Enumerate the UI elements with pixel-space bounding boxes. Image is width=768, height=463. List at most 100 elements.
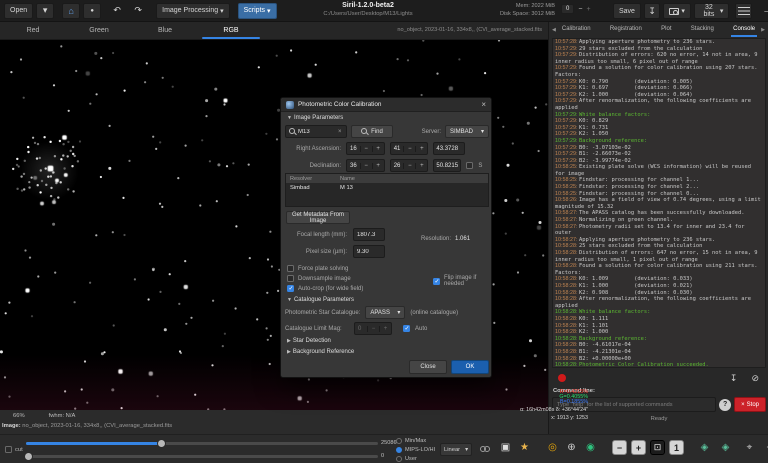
redo-button[interactable]: ↷ (129, 3, 147, 19)
find-button[interactable]: Find (351, 125, 393, 138)
minus-button[interactable]: − (403, 146, 415, 152)
auto-mag-checkbox[interactable] (403, 325, 410, 332)
low-threshold-slider[interactable] (26, 452, 378, 461)
catalogue-select[interactable]: APASS▾ (365, 306, 405, 319)
flip-row[interactable]: Flip image if needed (433, 275, 491, 287)
display-scale-select[interactable]: Linear ▾ (440, 443, 472, 456)
spin-plus-button[interactable]: + (586, 6, 590, 13)
menu-button[interactable] (735, 3, 751, 19)
tab-registration[interactable]: Registration (605, 22, 647, 38)
plus-button[interactable]: + (372, 146, 384, 152)
tab-blue[interactable]: Blue (132, 22, 198, 40)
low-slider-knob[interactable] (24, 452, 33, 461)
tab-calibration[interactable]: Calibration (557, 22, 596, 38)
image-processing-button[interactable]: Image Processing ▾ (156, 3, 230, 19)
south-checkbox[interactable] (466, 162, 473, 169)
ra-hours-spinner[interactable]: 16−+ (346, 142, 385, 155)
zoom-one-button[interactable]: 1 (669, 440, 684, 455)
export-log-button[interactable]: ↧ (723, 373, 745, 384)
minus-button[interactable]: − (360, 163, 372, 169)
dialog-close-icon[interactable]: × (481, 100, 486, 109)
mode-radio-mips-lo-hi[interactable]: MIPS-LO/HI (396, 445, 435, 454)
tabs-scroll-right[interactable]: ▶ (760, 27, 766, 33)
downsample-row[interactable]: Downsample image (287, 275, 351, 282)
save-as-button[interactable]: ↧ (644, 3, 660, 19)
force-plate-solving-row[interactable]: Force plate solving (287, 265, 348, 272)
tab-console[interactable]: Console (728, 22, 760, 38)
dec-seconds-field[interactable]: 50.8215 (433, 159, 461, 172)
downsample-checkbox[interactable] (287, 275, 294, 282)
close-dialog-button[interactable]: Close (409, 360, 447, 374)
sample-removal-icon[interactable]: ◈ (718, 440, 733, 455)
star-detection-expander[interactable]: ▶Star Detection (287, 338, 331, 344)
tab-rgb[interactable]: RGB (198, 22, 264, 40)
background-reference-expander[interactable]: ▶Background Reference (287, 349, 354, 355)
crosshair-icon[interactable]: ┼ (763, 440, 768, 455)
force-plate-solving-checkbox[interactable] (287, 265, 294, 272)
pixel-size-input[interactable] (353, 245, 385, 258)
plus-button[interactable]: + (372, 163, 384, 169)
autocrop-row[interactable]: Auto-crop (for wide field) (287, 285, 363, 292)
object-search-box[interactable]: × (285, 125, 347, 138)
celestial-grid-icon[interactable]: ⊕ (564, 440, 579, 455)
zoom-out-button[interactable]: − (612, 440, 627, 455)
flip-checkbox[interactable] (433, 278, 440, 285)
get-metadata-button[interactable]: Get Metadata From Image (286, 211, 350, 224)
bit-depth-select[interactable]: 32 bits ▾ (694, 3, 730, 19)
negative-view-icon[interactable]: ▣ (498, 440, 513, 455)
plus-button[interactable]: + (415, 146, 427, 152)
mode-radio-min-max[interactable]: Min/Max (396, 436, 435, 445)
clear-log-button[interactable]: ⊘ (744, 373, 766, 384)
background-extraction-icon[interactable]: ◈ (697, 440, 712, 455)
minus-button[interactable]: − (360, 146, 372, 152)
cut-checkbox-row[interactable]: cut (5, 446, 23, 453)
catalogue-parameters-expander[interactable]: ▼Catalogue Parameters (287, 297, 354, 303)
clear-search-icon[interactable]: × (338, 129, 342, 135)
command-help-button[interactable]: ? (719, 399, 731, 411)
photometry-icon[interactable]: ◉ (583, 440, 598, 455)
snapshot-button[interactable]: ▾ (663, 3, 690, 19)
ok-button[interactable]: OK (451, 360, 489, 374)
ra-seconds-field[interactable]: 43.3728 (433, 142, 465, 155)
preview-spin-value[interactable]: 0 (561, 4, 574, 14)
pcc-dialog-titlebar[interactable]: Photometric Color Calibration × (281, 98, 491, 112)
annotations-icon[interactable]: ◎ (545, 440, 560, 455)
spin-minus-button[interactable]: − (578, 6, 582, 13)
minimize-button[interactable]: − (760, 7, 768, 16)
zoom-fit-button[interactable]: ⊡ (650, 440, 665, 455)
ra-minutes-spinner[interactable]: 41−+ (390, 142, 429, 155)
minus-button[interactable]: − (403, 163, 415, 169)
stop-button[interactable]: ×Stop (734, 397, 766, 412)
object-search-input[interactable] (298, 129, 336, 135)
tab-stacking[interactable]: Stacking (686, 22, 719, 38)
astrometry-icon[interactable]: ⌖ (742, 440, 757, 455)
save-button[interactable]: Save (613, 3, 641, 19)
table-row[interactable]: SimbadM 13 (286, 183, 488, 192)
server-select[interactable]: SIMBAD▾ (445, 125, 489, 138)
tab-plot[interactable]: Plot (656, 22, 676, 38)
mode-radio-user[interactable]: User (396, 454, 435, 463)
tab-green[interactable]: Green (66, 22, 132, 40)
home-button[interactable]: ⌂ (62, 3, 80, 19)
console-log[interactable]: 10:57:28: Applying aperture photometry t… (552, 38, 766, 368)
star-detection-icon[interactable]: ★ (517, 440, 532, 455)
undo-button[interactable]: ↶ (108, 3, 126, 19)
open-caret-button[interactable]: ▾ (36, 3, 54, 19)
open-button[interactable]: Open (4, 3, 33, 19)
tab-red[interactable]: Red (0, 22, 66, 40)
focal-input[interactable] (353, 228, 385, 241)
roi-button[interactable]: ● (83, 3, 101, 19)
dec-minutes-spinner[interactable]: 26−+ (390, 159, 429, 172)
resolver-results-table[interactable]: ResolverName SimbadM 13 (285, 173, 489, 207)
dec-degrees-spinner[interactable]: 36−+ (346, 159, 385, 172)
zoom-in-button[interactable]: + (631, 440, 646, 455)
scripts-button[interactable]: Scripts ▾ (238, 3, 277, 19)
plus-button[interactable]: + (415, 163, 427, 169)
channel-link-icon[interactable] (480, 446, 490, 452)
high-slider-knob[interactable] (157, 439, 166, 448)
high-threshold-slider[interactable] (26, 439, 378, 448)
autocrop-checkbox[interactable] (287, 285, 294, 292)
image-parameters-expander[interactable]: ▼Image Parameters (287, 115, 343, 121)
zoom-level[interactable]: 66% (13, 413, 25, 419)
cut-checkbox[interactable] (5, 446, 12, 453)
